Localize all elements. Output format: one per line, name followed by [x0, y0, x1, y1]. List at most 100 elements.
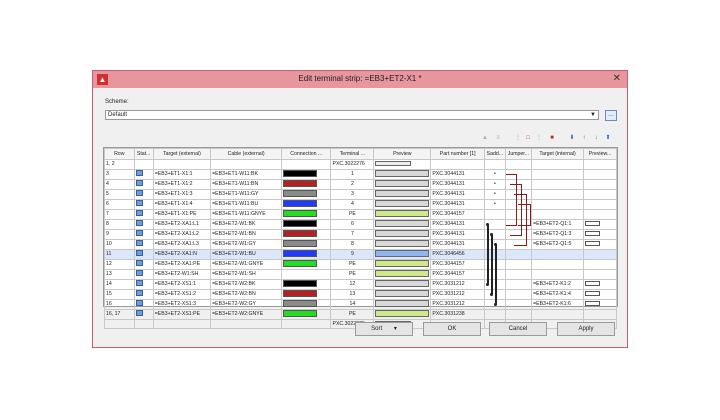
grid-cell[interactable]: 1, 2 — [104, 159, 135, 170]
part-number-cell[interactable]: PXC.3044131 — [430, 228, 486, 240]
target-internal-cell[interactable] — [531, 178, 585, 190]
connection-color-cell[interactable] — [281, 168, 332, 180]
preview-cell[interactable] — [373, 228, 432, 240]
target-external-cell[interactable]: =EB3+ET2-W1:SH — [152, 268, 212, 280]
status-cell[interactable] — [133, 228, 154, 240]
target-external-cell[interactable]: =EB3+ET2-XA1:L2 — [152, 228, 212, 240]
cable-external-cell[interactable]: =EB3+ET1-W11:GY — [210, 188, 283, 200]
target-internal-cell[interactable] — [531, 308, 585, 320]
move-to-bottom-icon[interactable]: ⬇ — [567, 133, 577, 143]
status-cell[interactable] — [133, 188, 154, 200]
target-internal-cell[interactable]: =EB3+ET2-Q1:3 — [531, 228, 585, 240]
preview-cell[interactable] — [373, 288, 432, 300]
connection-color-cell[interactable] — [281, 178, 332, 190]
terminal-cell[interactable]: 7 — [330, 228, 375, 240]
part-number-cell[interactable]: PXC.3031212 — [430, 288, 486, 300]
cable-external-cell[interactable]: =EB3+ET2-W2:BK — [210, 278, 283, 290]
terminal-cell[interactable]: 8 — [330, 238, 375, 250]
status-cell[interactable] — [133, 178, 154, 190]
scheme-more-button[interactable]: ... — [605, 110, 617, 121]
connection-color-cell[interactable] — [281, 198, 332, 210]
target-external-cell[interactable]: =EB3+ET2-XA1:PE — [152, 258, 212, 270]
column-header[interactable]: Jumper... — [504, 148, 533, 160]
cable-external-cell[interactable]: =EB3+ET1-W11:GNYE — [210, 208, 283, 220]
target-external-cell[interactable]: =EB3+ET1-X1:2 — [152, 178, 212, 190]
row-number-cell[interactable]: 14 — [104, 278, 135, 290]
table-row[interactable]: 1, 2 PXC.3022276 — [104, 159, 617, 170]
grid-cell[interactable] — [531, 159, 585, 170]
column-header[interactable]: Part number [1] — [430, 148, 486, 160]
column-header[interactable]: Preview — [373, 148, 432, 160]
connection-color-cell[interactable] — [281, 218, 332, 230]
grid-cell[interactable] — [583, 159, 617, 170]
target-external-cell[interactable]: =EB3+ET1-X1:4 — [152, 198, 212, 210]
part-number-cell[interactable]: PXC.3031238 — [430, 308, 486, 320]
preview-internal-cell[interactable] — [583, 278, 617, 290]
row-number-cell[interactable]: 3 — [104, 168, 135, 180]
row-number-cell[interactable]: 16, 17 — [104, 308, 135, 320]
preview-cell[interactable] — [373, 298, 432, 310]
connection-color-cell[interactable] — [281, 208, 332, 220]
table-row[interactable]: 9 =EB3+ET2-XA1:L2 =EB3+ET2-W1:BN 7 PXC.30441… — [104, 228, 617, 240]
terminal-cell[interactable]: PE — [330, 268, 375, 280]
column-header[interactable]: Target (external) — [152, 148, 212, 160]
move-up-disabled-icon[interactable]: ▲ — [480, 133, 490, 143]
target-internal-cell[interactable]: =EB3+ET2-K1:6 — [531, 298, 585, 310]
target-internal-cell[interactable]: =EB3+ET2-Q1:5 — [531, 238, 585, 250]
preview-internal-cell[interactable] — [583, 268, 617, 280]
grid-cell[interactable] — [484, 159, 506, 170]
status-cell[interactable] — [133, 288, 154, 300]
preview-cell[interactable] — [373, 168, 432, 180]
status-cell[interactable] — [133, 198, 154, 210]
scheme-dropdown[interactable]: Default ▼ — [105, 110, 599, 120]
cable-external-cell[interactable]: =EB3+ET1-W11:BU — [210, 198, 283, 210]
move-down-disabled-icon[interactable]: ≡ — [493, 133, 503, 143]
saddle-cell[interactable]: • — [484, 188, 506, 200]
cancel-button[interactable]: Cancel — [489, 322, 547, 336]
connection-color-cell[interactable] — [281, 288, 332, 300]
cable-external-cell[interactable]: =EB3+ET2-W1:GNYE — [210, 258, 283, 270]
status-cell[interactable] — [133, 298, 154, 310]
jumper-line[interactable] — [491, 234, 493, 294]
table-row[interactable]: 4 =EB3+ET1-X1:2 =EB3+ET1-W11:BN 2 PXC.304413… — [104, 178, 617, 190]
target-internal-cell[interactable] — [531, 198, 585, 210]
column-header[interactable]: Sadd... — [484, 148, 506, 160]
preview-internal-cell[interactable] — [583, 308, 617, 320]
part-number-cell[interactable]: PXC.3044131 — [430, 198, 486, 210]
grid-cell[interactable] — [281, 159, 332, 170]
jumper-cell[interactable] — [504, 278, 533, 290]
target-external-cell[interactable]: =EB3+ET2-XA1:L3 — [152, 238, 212, 250]
preview-internal-cell[interactable] — [583, 228, 617, 240]
row-number-cell[interactable]: 7 — [104, 208, 135, 220]
connection-color-cell[interactable] — [281, 308, 332, 320]
jumper-cell[interactable] — [504, 258, 533, 270]
row-number-cell[interactable]: 9 — [104, 228, 135, 240]
cable-external-cell[interactable]: =EB3+ET2-W1:GY — [210, 238, 283, 250]
status-cell[interactable] — [133, 308, 154, 320]
cable-external-cell[interactable]: =EB3+ET1-W11:BK — [210, 168, 283, 180]
jumper-cell[interactable] — [504, 248, 533, 260]
column-header[interactable]: Connection ... — [281, 148, 332, 160]
column-header[interactable]: Row — [104, 148, 135, 160]
terminal-cell[interactable]: PE — [330, 258, 375, 270]
part-number-cell[interactable]: PXC.3044131 — [430, 238, 486, 250]
preview-cell[interactable] — [373, 198, 432, 210]
preview-cell[interactable] — [373, 258, 432, 270]
terminal-cell[interactable]: PE — [330, 308, 375, 320]
row-number-cell[interactable]: 11 — [104, 248, 135, 260]
column-header[interactable]: Target (internal) — [531, 148, 585, 160]
row-number-cell[interactable]: 10 — [104, 238, 135, 250]
target-internal-cell[interactable] — [531, 268, 585, 280]
cable-external-cell[interactable]: =EB3+ET2-W2:GNYE — [210, 308, 283, 320]
jumper-edit-icon[interactable]: ■ — [547, 133, 557, 143]
preview-internal-cell[interactable] — [583, 258, 617, 270]
cable-external-cell[interactable]: =EB3+ET2-W2:BN — [210, 288, 283, 300]
row-number-cell[interactable]: 12 — [104, 258, 135, 270]
table-row[interactable]: 13 =EB3+ET2-W1:SH =EB3+ET2-W1:SH PE PXC.3044… — [104, 268, 617, 280]
row-number-cell[interactable]: 8 — [104, 218, 135, 230]
table-row[interactable]: 6 =EB3+ET1-X1:4 =EB3+ET1-W11:BU 4 PXC.304413… — [104, 198, 617, 210]
connection-color-cell[interactable] — [281, 258, 332, 270]
target-internal-cell[interactable]: =EB3+ET2-K1:4 — [531, 288, 585, 300]
preview-internal-cell[interactable] — [583, 198, 617, 210]
grid-cell[interactable] — [281, 318, 332, 330]
